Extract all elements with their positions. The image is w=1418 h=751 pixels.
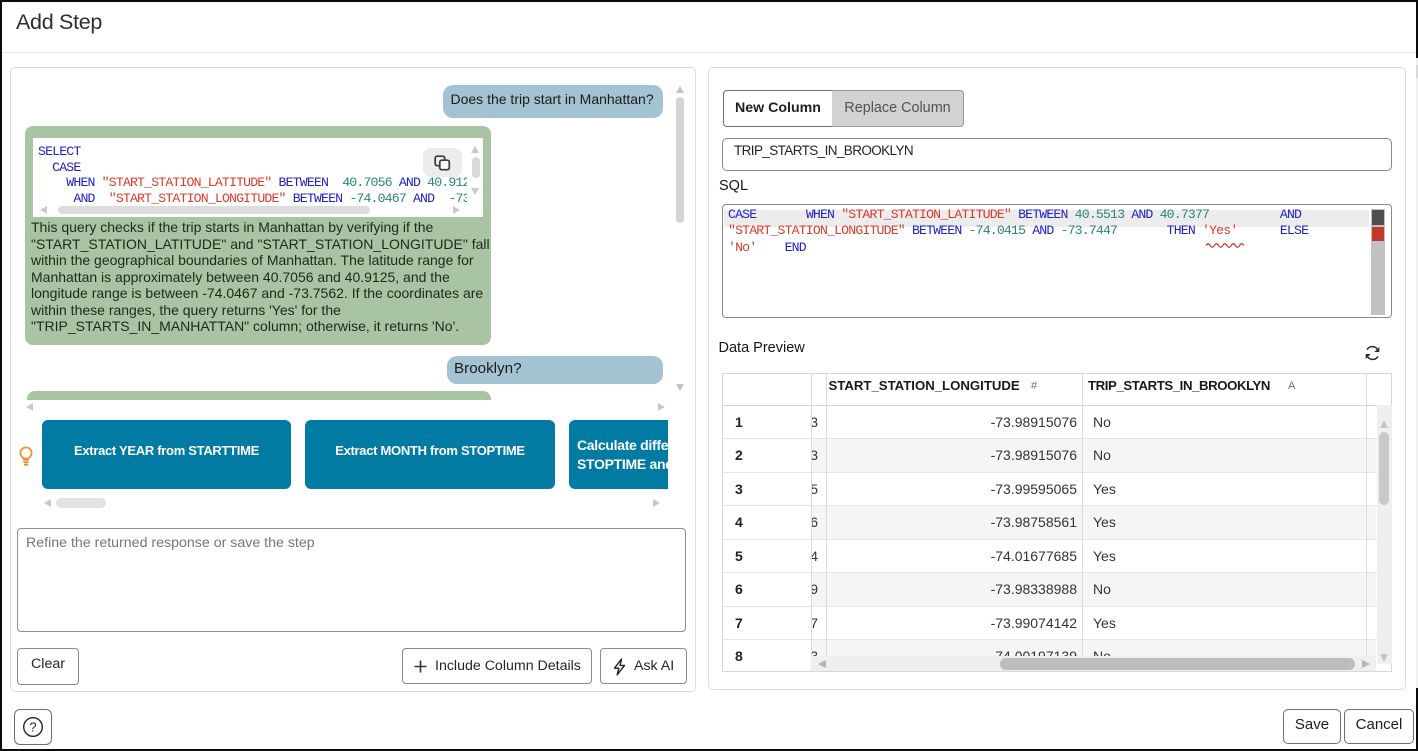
svg-text:?: ?	[29, 720, 36, 735]
